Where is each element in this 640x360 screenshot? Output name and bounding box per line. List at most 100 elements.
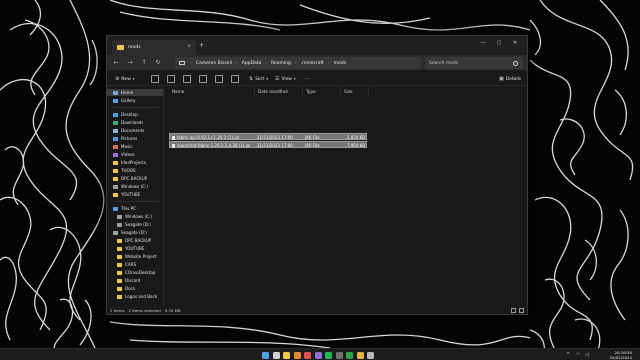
sidebar-item[interactable]: Documents <box>107 127 163 134</box>
volume-icon[interactable]: ◁ <box>585 352 589 358</box>
sidebar-item[interactable]: Home <box>107 89 163 96</box>
drive-icon <box>117 214 122 219</box>
share-icon[interactable] <box>215 75 223 83</box>
downloads-icon <box>113 120 118 125</box>
address-row: ← → ↑ ↻ › Cameron Bissell › AppData › Ro… <box>107 55 527 71</box>
sort-icon: ⇅ <box>249 76 254 82</box>
new-tab-button[interactable]: + <box>199 42 204 49</box>
close-button[interactable]: ✕ <box>509 40 521 46</box>
status-bar: 2 items 2 items selected 9.70 MB <box>107 306 527 314</box>
app-icon-red[interactable] <box>304 351 312 359</box>
sidebar-item[interactable]: Downloads <box>107 119 163 126</box>
drive-icon <box>117 222 122 227</box>
column-header-date-modified[interactable]: Date modified <box>255 87 303 95</box>
minimize-button[interactable]: — <box>477 40 489 46</box>
app-icon-dark[interactable] <box>335 351 343 359</box>
breadcrumb-user[interactable]: Cameron Bissell <box>196 61 232 66</box>
column-header-name[interactable]: Name <box>169 87 255 95</box>
refresh-button[interactable]: ↻ <box>153 58 163 68</box>
sort-button[interactable]: ⇅ Sort ▾ <box>249 74 270 84</box>
file-name: fabric-api-0.92.1+1.20.2 (1).jar <box>177 135 240 140</box>
tiles-view-icon[interactable] <box>519 307 524 313</box>
clock[interactable]: 20:28:50 24/02/2024 <box>610 350 632 360</box>
breadcrumb-separator: › <box>190 60 192 66</box>
details-view-icon[interactable] <box>511 307 516 313</box>
start-icon[interactable] <box>262 351 270 359</box>
tab-mods[interactable]: mods × <box>112 40 196 55</box>
taskbar: ^ ◠ ◁ 20:28:50 24/02/2024 <box>0 348 640 360</box>
sidebar-item[interactable]: COnvoDesktop <box>107 269 163 276</box>
breadcrumb-mods[interactable]: mods <box>334 61 346 66</box>
search-icon[interactable] <box>272 351 280 359</box>
cut-icon[interactable] <box>151 75 159 83</box>
app-icon-yellow[interactable] <box>356 351 364 359</box>
more-options-button[interactable]: ··· <box>305 74 309 84</box>
sidebar-item[interactable]: Windows (C:) <box>107 183 163 190</box>
file-name: voicechat-fabric-1.20.2-2.4.28 (1).jar <box>177 143 251 148</box>
sidebar-item[interactable]: Windows (C:) <box>107 213 163 220</box>
sidebar-item[interactable]: Videos <box>107 151 163 158</box>
sidebar-item-label: Pictures <box>121 136 138 141</box>
view-button[interactable]: ☰ View ▾ <box>275 74 298 84</box>
address-bar[interactable]: › Cameron Bissell › AppData › Roaming › … <box>175 57 421 69</box>
file-size: 7,964 KB <box>346 143 365 148</box>
browser-icon[interactable] <box>293 351 301 359</box>
file-type: JAR File <box>305 135 320 140</box>
new-button[interactable]: ⊕ New ▾ <box>115 74 137 84</box>
sidebar-item[interactable]: YOUTUBE <box>107 245 163 252</box>
spotify-icon[interactable] <box>325 351 333 359</box>
delete-icon[interactable] <box>231 75 239 83</box>
column-header-size[interactable]: Size <box>341 87 369 95</box>
up-button[interactable]: ↑ <box>139 58 149 68</box>
app-icon-purple[interactable] <box>314 351 322 359</box>
sidebar-item[interactable]: YOUTUBE <box>107 191 163 198</box>
file-explorer-icon[interactable] <box>283 351 291 359</box>
breadcrumb-appdata[interactable]: AppData <box>242 61 262 66</box>
maximize-button[interactable]: ▢ <box>493 40 505 46</box>
sidebar-item[interactable]: Discord <box>107 277 163 284</box>
details-pane-icon: ▣ <box>499 76 504 82</box>
home-icon <box>113 90 118 95</box>
sidebar-item[interactable]: Seagate (D:) <box>107 229 163 236</box>
column-header-type[interactable]: Type <box>303 87 341 95</box>
file-explorer-window: mods × + — ▢ ✕ ← → ↑ ↻ › Cameron Bissell… <box>106 35 528 315</box>
sidebar-item[interactable]: Docs <box>107 285 163 292</box>
status-selection-size: 9.70 MB <box>164 307 181 313</box>
sidebar-item-label: Seagate (D:) <box>121 230 147 235</box>
details-button[interactable]: ▣ Details <box>499 74 521 84</box>
app-icon-gray[interactable] <box>367 351 375 359</box>
search-box[interactable]: Search mods <box>425 57 523 69</box>
app-icon-green[interactable] <box>346 351 354 359</box>
sidebar-item[interactable]: Seagate (D:) <box>107 221 163 228</box>
search-input[interactable]: Search mods <box>429 61 513 66</box>
paste-icon[interactable] <box>183 75 191 83</box>
chevron-down-icon: ▾ <box>293 77 296 81</box>
sidebar-item[interactable]: This PC <box>107 205 163 212</box>
rename-icon[interactable] <box>199 75 207 83</box>
sidebar-item[interactable]: DPC BACKUP <box>107 237 163 244</box>
tab-close-button[interactable]: × <box>187 44 191 49</box>
sidebar-item[interactable]: Logos and Back <box>107 293 163 300</box>
sidebar-item[interactable]: Gallery <box>107 97 163 104</box>
sidebar-item[interactable]: CARS <box>107 261 163 268</box>
sidebar-item[interactable]: Pictures <box>107 135 163 142</box>
forward-button[interactable]: → <box>125 58 135 68</box>
sidebar-item-label: This PC <box>121 206 136 211</box>
wifi-icon[interactable]: ◠ <box>576 352 580 358</box>
file-row[interactable]: voicechat-fabric-1.20.2-2.4.28 (1).jar 2… <box>169 141 367 148</box>
sidebar-item[interactable]: THOOS <box>107 167 163 174</box>
sidebar-item[interactable]: IdeaProjects <box>107 159 163 166</box>
sidebar-item[interactable]: Website Project <box>107 253 163 260</box>
sidebar-item-label: Docs <box>125 286 136 291</box>
sidebar-item[interactable]: Desktop <box>107 111 163 118</box>
file-row[interactable]: fabric-api-0.92.1+1.20.2 (1).jar 21/11/2… <box>169 133 367 140</box>
sidebar-item[interactable]: Music <box>107 143 163 150</box>
sidebar-item[interactable]: DPC BACKUP <box>107 175 163 182</box>
back-button[interactable]: ← <box>111 58 121 68</box>
breadcrumb-minecraft[interactable]: .minecraft <box>301 61 324 66</box>
folder-icon <box>113 160 118 165</box>
copy-icon[interactable] <box>167 75 175 83</box>
sidebar-divider <box>113 107 159 108</box>
tray-overflow-icon[interactable]: ^ <box>566 352 570 358</box>
breadcrumb-roaming[interactable]: Roaming <box>271 61 291 66</box>
